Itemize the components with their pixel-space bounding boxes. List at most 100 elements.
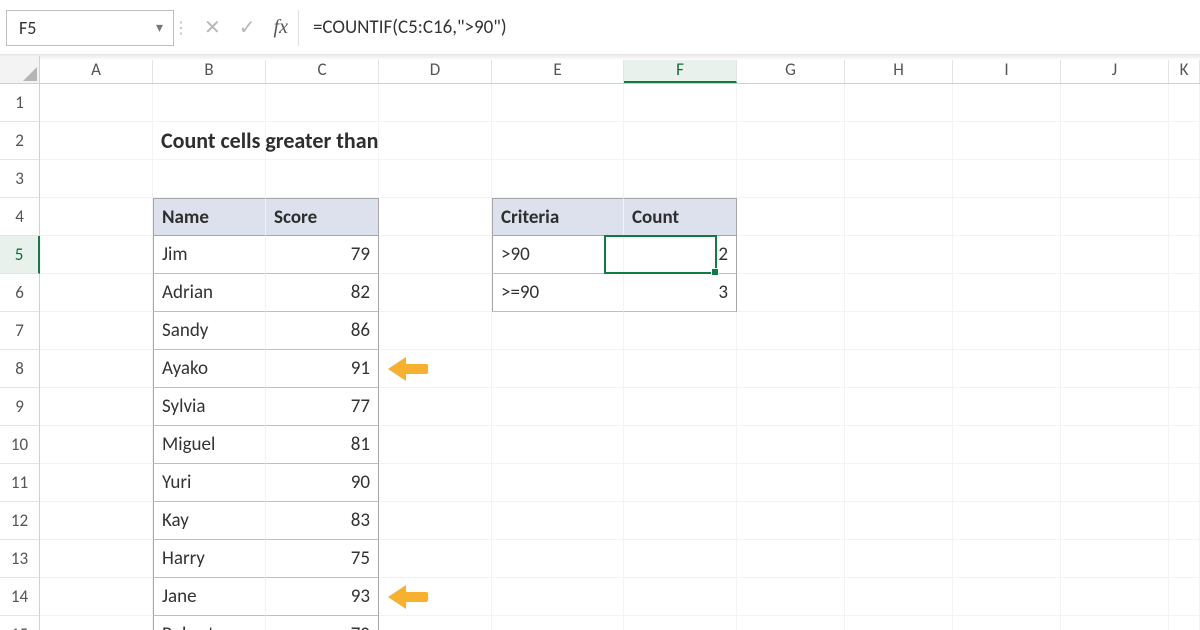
name-cell[interactable]: Sylvia [153, 388, 266, 426]
cell[interactable] [737, 388, 845, 426]
score-cell[interactable]: 90 [266, 464, 379, 502]
cell[interactable] [1169, 350, 1200, 388]
count-cell[interactable]: 2 [624, 236, 737, 274]
score-cell[interactable]: 77 [266, 388, 379, 426]
cell[interactable] [379, 236, 492, 274]
cell[interactable] [492, 160, 624, 198]
cell[interactable] [153, 84, 266, 122]
cell[interactable] [492, 426, 624, 464]
col-header-E[interactable]: E [492, 56, 624, 83]
cell[interactable] [953, 274, 1061, 312]
cell[interactable] [737, 350, 845, 388]
row-header-6[interactable]: 6 [0, 274, 40, 312]
row-header-14[interactable]: 14 [0, 578, 40, 616]
cell[interactable] [1169, 426, 1200, 464]
cell[interactable] [1061, 160, 1169, 198]
row-header-13[interactable]: 13 [0, 540, 40, 578]
cell[interactable] [379, 198, 492, 236]
col-header-I[interactable]: I [953, 56, 1061, 83]
cell[interactable] [845, 502, 953, 540]
name-cell[interactable]: Adrian [153, 274, 266, 312]
enter-icon[interactable]: ✓ [239, 15, 256, 40]
cell[interactable] [379, 388, 492, 426]
cell[interactable] [492, 350, 624, 388]
cell[interactable] [379, 502, 492, 540]
cell[interactable] [953, 540, 1061, 578]
cell[interactable] [1169, 198, 1200, 236]
cell[interactable] [1061, 616, 1169, 630]
cell[interactable] [953, 464, 1061, 502]
score-cell[interactable]: 91 [266, 350, 379, 388]
cell[interactable] [379, 160, 492, 198]
col-header-B[interactable]: B [153, 56, 266, 83]
cancel-icon[interactable]: ✕ [204, 15, 221, 40]
score-cell[interactable]: 70 [266, 616, 379, 630]
cell[interactable] [492, 464, 624, 502]
cell[interactable] [1061, 464, 1169, 502]
name-box[interactable]: F5 ▾ [6, 10, 174, 46]
name-cell[interactable]: Yuri [153, 464, 266, 502]
table-header-name[interactable]: Name [153, 198, 266, 236]
cell[interactable] [624, 84, 737, 122]
cell[interactable] [1061, 312, 1169, 350]
cell[interactable] [953, 122, 1061, 160]
grid[interactable]: 12Count cells greater than34NameScoreCri… [0, 84, 1200, 630]
cell[interactable] [624, 122, 737, 160]
score-cell[interactable]: 83 [266, 502, 379, 540]
row-header-8[interactable]: 8 [0, 350, 40, 388]
row-header-5[interactable]: 5 [0, 236, 40, 274]
cell[interactable] [1061, 274, 1169, 312]
cell[interactable] [845, 464, 953, 502]
cell[interactable] [953, 198, 1061, 236]
cell[interactable] [492, 616, 624, 630]
cell[interactable] [1169, 616, 1200, 630]
cell[interactable] [379, 312, 492, 350]
cell[interactable] [266, 122, 379, 160]
score-cell[interactable]: 75 [266, 540, 379, 578]
cell[interactable] [379, 616, 492, 630]
row-header-2[interactable]: 2 [0, 122, 40, 160]
cell[interactable] [737, 502, 845, 540]
name-cell[interactable]: Jane [153, 578, 266, 616]
cell[interactable] [1169, 312, 1200, 350]
cell[interactable] [1061, 578, 1169, 616]
formula-input[interactable]: =COUNTIF(C5:C16,">90") [298, 10, 1200, 46]
name-cell[interactable]: Sandy [153, 312, 266, 350]
score-cell[interactable]: 81 [266, 426, 379, 464]
cell[interactable] [1061, 84, 1169, 122]
cell[interactable] [492, 540, 624, 578]
cell[interactable] [737, 274, 845, 312]
row-header-11[interactable]: 11 [0, 464, 40, 502]
cell[interactable] [40, 236, 153, 274]
col-header-H[interactable]: H [845, 56, 953, 83]
score-cell[interactable]: 79 [266, 236, 379, 274]
cell[interactable] [845, 350, 953, 388]
cell[interactable] [1061, 388, 1169, 426]
cell[interactable] [953, 84, 1061, 122]
cell[interactable] [737, 312, 845, 350]
cell[interactable] [1061, 350, 1169, 388]
cell[interactable] [845, 122, 953, 160]
cell[interactable] [737, 616, 845, 630]
cell[interactable] [737, 426, 845, 464]
cell[interactable] [379, 274, 492, 312]
cell[interactable] [1169, 578, 1200, 616]
cell[interactable] [492, 312, 624, 350]
cell[interactable] [845, 540, 953, 578]
cell[interactable]: Count cells greater than [153, 122, 266, 160]
cell[interactable] [379, 426, 492, 464]
cell[interactable] [492, 84, 624, 122]
col-header-A[interactable]: A [40, 56, 153, 83]
cell[interactable] [1169, 540, 1200, 578]
cell[interactable] [953, 312, 1061, 350]
cell[interactable] [40, 578, 153, 616]
name-cell[interactable]: Robert [153, 616, 266, 630]
col-header-F[interactable]: F [624, 56, 737, 83]
cell[interactable] [845, 274, 953, 312]
cell[interactable] [737, 578, 845, 616]
cell[interactable] [624, 160, 737, 198]
cell[interactable] [379, 464, 492, 502]
col-header-K[interactable]: K [1169, 56, 1200, 83]
cell[interactable] [624, 388, 737, 426]
cell[interactable] [845, 388, 953, 426]
